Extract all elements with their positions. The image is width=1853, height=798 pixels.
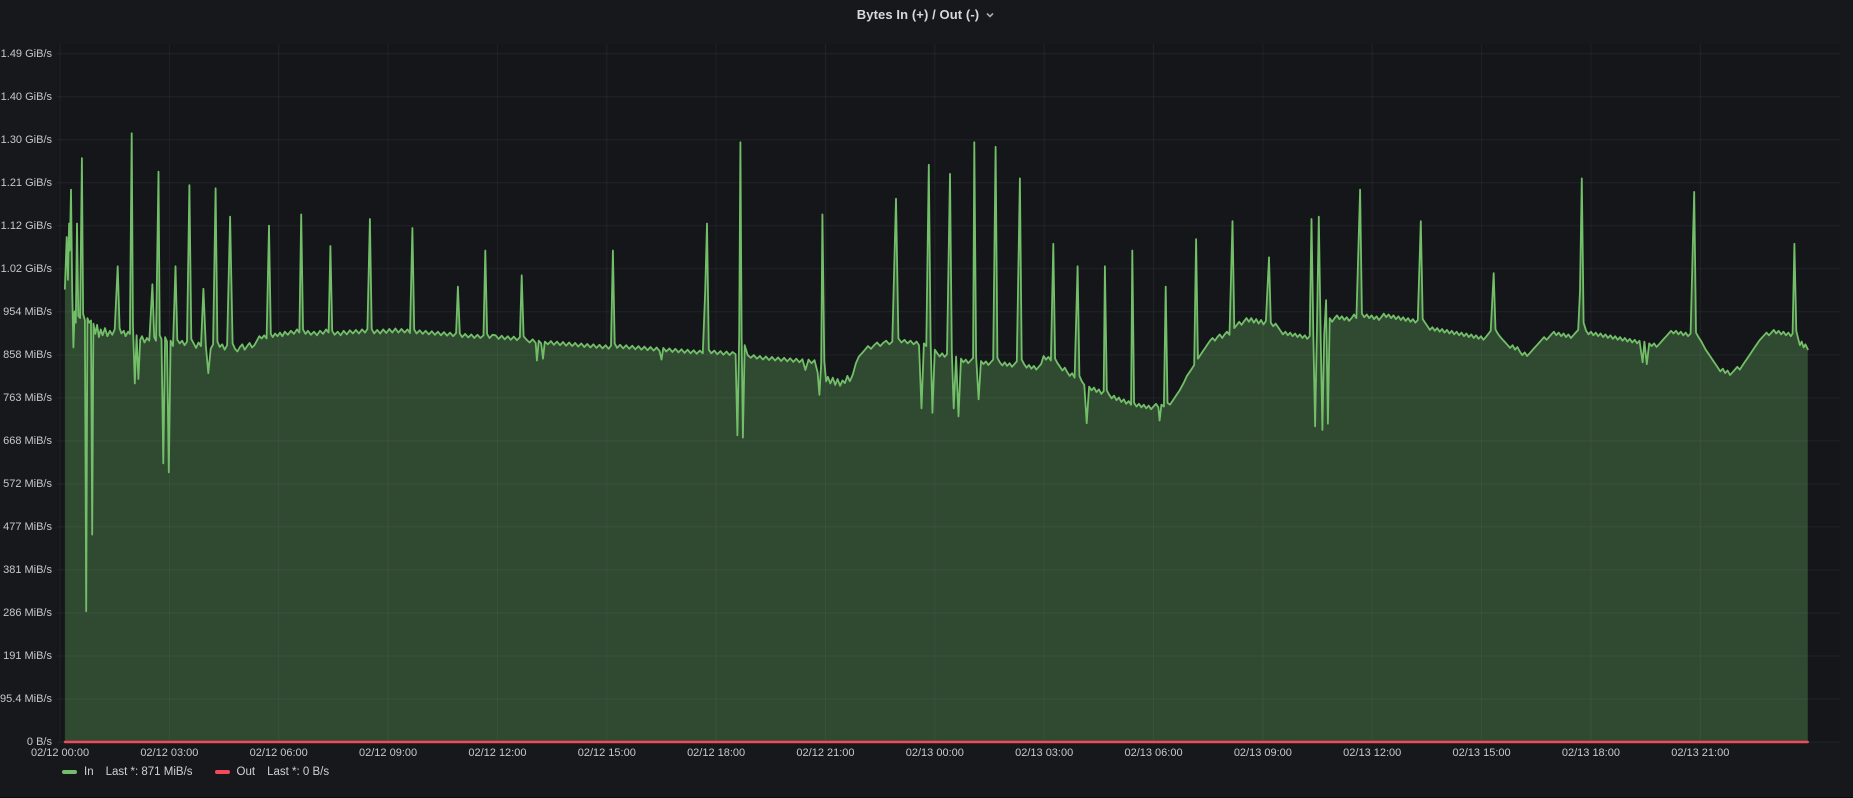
- x-axis-label: 02/12 12:00: [447, 747, 547, 759]
- x-axis-label: 02/13 09:00: [1213, 747, 1313, 759]
- panel-header[interactable]: Bytes In (+) / Out (-): [0, 0, 1853, 28]
- legend-item-in[interactable]: In Last *: 871 MiB/s: [62, 766, 193, 778]
- x-axis-label: 02/13 12:00: [1322, 747, 1422, 759]
- y-axis-label: 858 MiB/s: [0, 349, 52, 361]
- y-axis-label: 668 MiB/s: [0, 435, 52, 447]
- legend-item-out[interactable]: Out Last *: 0 B/s: [215, 766, 330, 778]
- y-axis-label: 95.4 MiB/s: [0, 693, 52, 705]
- legend-swatch-out: [215, 770, 230, 774]
- x-axis-label: 02/12 09:00: [338, 747, 438, 759]
- legend-series-name: Out: [237, 766, 256, 778]
- y-axis: 0 B/s95.4 MiB/s191 MiB/s286 MiB/s381 MiB…: [0, 44, 52, 742]
- x-axis-label: 02/13 18:00: [1541, 747, 1641, 759]
- x-axis-label: 02/13 21:00: [1650, 747, 1750, 759]
- legend-series-stat: Last *: 0 B/s: [267, 766, 329, 778]
- y-axis-label: 1.21 GiB/s: [0, 177, 52, 189]
- y-axis-label: 191 MiB/s: [0, 650, 52, 662]
- legend-swatch-in: [62, 770, 77, 774]
- legend-series-stat: Last *: 871 MiB/s: [106, 766, 193, 778]
- y-axis-label: 572 MiB/s: [0, 478, 52, 490]
- legend-series-name: In: [84, 766, 94, 778]
- y-axis-label: 763 MiB/s: [0, 392, 52, 404]
- x-axis-label: 02/13 03:00: [994, 747, 1094, 759]
- y-axis-label: 381 MiB/s: [0, 564, 52, 576]
- y-axis-label: 1.12 GiB/s: [0, 220, 52, 232]
- x-axis: 02/12 00:0002/12 03:0002/12 06:0002/12 0…: [57, 747, 1840, 763]
- x-axis-label: 02/12 00:00: [10, 747, 110, 759]
- grafana-panel: Bytes In (+) / Out (-) 0 B/s95.4 MiB/s19…: [0, 0, 1853, 798]
- x-axis-label: 02/12 18:00: [666, 747, 766, 759]
- x-axis-label: 02/12 06:00: [229, 747, 329, 759]
- y-axis-label: 1.40 GiB/s: [0, 91, 52, 103]
- x-axis-label: 02/12 21:00: [775, 747, 875, 759]
- x-axis-label: 02/13 15:00: [1432, 747, 1532, 759]
- x-axis-label: 02/13 06:00: [1104, 747, 1204, 759]
- x-axis-label: 02/12 15:00: [557, 747, 657, 759]
- time-series-chart[interactable]: [57, 44, 1840, 742]
- y-axis-label: 1.02 GiB/s: [0, 263, 52, 275]
- y-axis-label: 954 MiB/s: [0, 306, 52, 318]
- y-axis-label: 286 MiB/s: [0, 607, 52, 619]
- y-axis-label: 477 MiB/s: [0, 521, 52, 533]
- x-axis-label: 02/12 03:00: [119, 747, 219, 759]
- y-axis-label: 1.49 GiB/s: [0, 48, 52, 60]
- y-axis-label: 1.30 GiB/s: [0, 134, 52, 146]
- series-area-in: [65, 133, 1808, 742]
- chevron-down-icon[interactable]: [984, 9, 996, 21]
- panel-title: Bytes In (+) / Out (-): [857, 7, 979, 22]
- x-axis-label: 02/13 00:00: [885, 747, 985, 759]
- legend: In Last *: 871 MiB/s Out Last *: 0 B/s: [62, 766, 329, 778]
